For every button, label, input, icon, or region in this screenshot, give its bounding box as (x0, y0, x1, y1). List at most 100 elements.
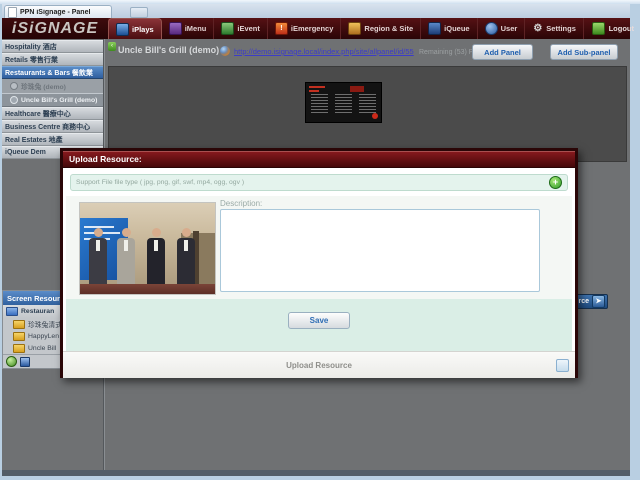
region-icon (348, 22, 361, 35)
nav-tab-label: User (501, 24, 518, 33)
tool-icon[interactable] (20, 357, 30, 367)
nav-tab-label: iMenu (185, 24, 207, 33)
panel-url-link[interactable]: http://demo.isignage.local/index.php/sit… (234, 47, 414, 56)
browser-tab[interactable]: PPN iSignage - Panel (4, 5, 112, 18)
person-shirt (184, 240, 188, 251)
browser-tab-title: PPN iSignage - Panel (20, 9, 90, 16)
folder-icon (13, 332, 25, 341)
person-torso (177, 238, 195, 284)
gear-icon: ⚙ (532, 23, 543, 34)
queue-icon (428, 22, 441, 35)
refresh-orb-icon[interactable] (6, 356, 17, 367)
person-head (182, 228, 191, 237)
sidebar-item-label: Healthcare 醫療中心 (5, 109, 71, 119)
user-icon (485, 22, 498, 35)
upload-resource-dialog: Upload Resource: Support File file type … (60, 148, 578, 378)
sidebar-item-retails[interactable]: Retails 零售行業 (2, 53, 103, 66)
thumb-menu-column (311, 94, 328, 114)
add-panel-button[interactable]: Add Panel (472, 44, 533, 60)
thumb-red-badge (372, 113, 378, 119)
thumb-red-flag (350, 86, 364, 92)
person-shirt (154, 240, 158, 251)
page-icon (8, 7, 17, 18)
add-plus-icon[interactable]: + (549, 176, 562, 189)
thumb-menu-column (335, 94, 352, 114)
app-window: PPN iSignage - Panel iSiGNAGE iPlays iMe… (0, 0, 640, 480)
photo-person (144, 228, 168, 286)
nav-tab-label: iEmergency (291, 24, 334, 33)
tree-item-label: Restauran (21, 308, 54, 315)
panel-play-icon (10, 96, 18, 104)
dialog-footer-label: Upload Resource (63, 361, 575, 370)
nav-tab-region-site[interactable]: Region & Site (341, 18, 421, 39)
person-head (152, 228, 161, 237)
sidebar-item-healthcare[interactable]: Healthcare 醫療中心 (2, 107, 103, 120)
photo-person (174, 228, 198, 286)
cursor-icon: ➤ (592, 295, 605, 308)
sidebar-item-hospitality[interactable]: Hospitality 酒店 (2, 40, 103, 53)
logout-label: Logout (609, 24, 634, 33)
sidebar: Hospitality 酒店 Retails 零售行業 Restaurants … (2, 40, 103, 159)
app-logo: iSiGNAGE (2, 18, 108, 39)
description-textarea[interactable] (220, 209, 540, 292)
folder-icon (13, 320, 25, 329)
nav-tab-iemergency[interactable]: ! iEmergency (268, 18, 342, 39)
photo-person (114, 228, 138, 286)
person-shirt (124, 240, 128, 251)
person-shirt (96, 240, 100, 251)
tree-item-label: 珍珠兔清式 (28, 319, 62, 329)
dialog-body: Support File file type ( jpg, png, gif, … (63, 168, 575, 361)
alert-icon: ! (275, 22, 288, 35)
monitor-icon (116, 23, 129, 36)
calendar-icon (221, 22, 234, 35)
sidebar-item-label: Uncle Bill's Grill (demo) (21, 97, 97, 104)
resize-handle-icon[interactable] (556, 359, 569, 372)
folder-icon (6, 307, 18, 316)
dialog-footer: Upload Resource (63, 351, 575, 378)
sidebar-item-pearl-rabbit-demo[interactable]: 珍珠兔 (demo) (2, 79, 103, 93)
person-torso (89, 238, 107, 284)
tree-item-label: Uncle Bill (28, 345, 56, 352)
new-tab-button[interactable] (130, 7, 148, 18)
nav-tab-imenu[interactable]: iMenu (162, 18, 215, 39)
nav-tab-settings[interactable]: ⚙ Settings (525, 18, 584, 39)
sidebar-item-label: Business Centre 商務中心 (5, 122, 90, 132)
sidebar-item-real-estates[interactable]: Real Estates 地產 (2, 133, 103, 146)
person-head (94, 228, 103, 237)
person-torso (147, 238, 165, 284)
person-torso (117, 238, 135, 284)
nav-tabs: iPlays iMenu iEvent ! iEmergency Region … (108, 18, 584, 39)
sidebar-item-label: iQueue Dem (5, 149, 46, 156)
add-subpanel-button[interactable]: Add Sub-panel (550, 44, 618, 60)
nav-tab-iplays[interactable]: iPlays (108, 18, 162, 39)
dialog-title-bar[interactable]: Upload Resource: (63, 151, 575, 168)
nav-tab-label: iPlays (132, 25, 154, 34)
sidebar-item-label: 珍珠兔 (demo) (21, 81, 66, 91)
sidebar-collapse-icon[interactable]: ‹ (108, 42, 116, 51)
support-file-strip: Support File file type ( jpg, png, gif, … (70, 174, 568, 191)
sidebar-item-uncle-bills-grill[interactable]: Uncle Bill's Grill (demo) (2, 93, 103, 107)
resource-photo-preview (79, 202, 216, 295)
panel-play-icon (10, 82, 18, 90)
sidebar-item-restaurants-bars[interactable]: Restaurants & Bars 餐飲業 (2, 66, 103, 79)
sidebar-item-label: Restaurants & Bars 餐飲業 (5, 68, 93, 78)
thumb-menu-column (359, 94, 376, 114)
nav-tab-ievent[interactable]: iEvent (214, 18, 268, 39)
nav-tab-label: iEvent (237, 24, 260, 33)
nav-tab-label: Region & Site (364, 24, 413, 33)
logout-button[interactable]: Logout (592, 18, 634, 39)
tree-item-label: HappyLen (28, 333, 59, 340)
save-strip: Save (66, 299, 572, 351)
nav-tab-label: Settings (546, 24, 576, 33)
thumb-red-text (309, 86, 325, 88)
menu-book-icon (169, 22, 182, 35)
sidebar-item-label: Hospitality 酒店 (5, 42, 57, 52)
nav-tab-label: iQueue (444, 24, 469, 33)
save-button[interactable]: Save (288, 312, 350, 329)
sidebar-item-business-centre[interactable]: Business Centre 商務中心 (2, 120, 103, 133)
logout-icon (592, 22, 605, 35)
nav-tab-iqueue[interactable]: iQueue (421, 18, 477, 39)
panel-preview-thumbnail[interactable] (305, 82, 382, 123)
nav-tab-user[interactable]: User (478, 18, 526, 39)
globe-icon (220, 46, 230, 56)
